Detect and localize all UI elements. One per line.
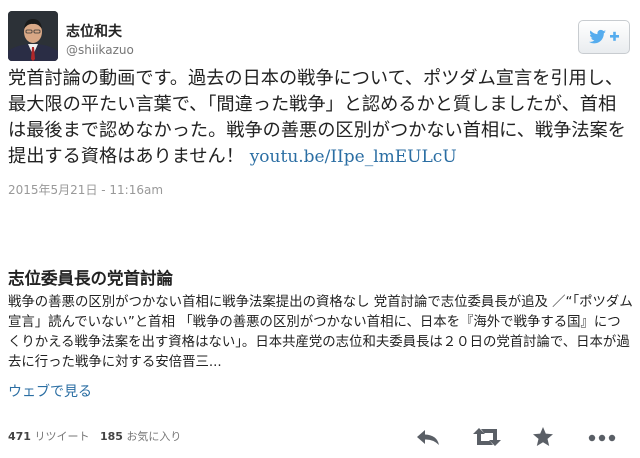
tweet-link[interactable]: youtu.be/IIpe_lmEULcU <box>250 147 457 167</box>
follow-button[interactable] <box>578 20 630 54</box>
retweet-label[interactable]: リツイート <box>34 430 89 443</box>
reply-button[interactable] <box>414 423 442 451</box>
more-button[interactable] <box>584 423 620 451</box>
favorite-label[interactable]: お気に入り <box>126 430 181 443</box>
favorite-count[interactable]: 185 <box>100 430 123 443</box>
retweet-icon <box>473 428 501 446</box>
card-description: 戦争の善悪の区別がつかない首相に戦争法案提出の資格なし 党首討論で志位委員長が追… <box>8 295 633 370</box>
retweet-count[interactable]: 471 <box>8 430 31 443</box>
tweet-text: 党首討論の動画です。過去の日本の戦争について、ポツダム宣言を引用し、最大限の平た… <box>8 66 633 170</box>
twitter-bird-plus-icon <box>589 29 619 44</box>
card-title[interactable]: 志位委員長の党首討論 <box>8 265 173 289</box>
more-dots-icon <box>588 434 616 442</box>
user-name[interactable]: 志位和夫 <box>66 21 122 41</box>
avatar-photo <box>8 11 58 61</box>
avatar[interactable] <box>8 11 58 61</box>
star-icon <box>533 427 553 446</box>
tweet-timestamp[interactable]: 2015年5月21日 - 11:16am <box>8 181 163 198</box>
favorite-button[interactable] <box>530 423 556 451</box>
reply-icon <box>417 430 439 445</box>
user-handle[interactable]: @shiikazuo <box>66 43 134 57</box>
tweet-stats: 471 リツイート 185 お気に入り <box>8 428 181 444</box>
view-on-web-link[interactable]: ウェブで見る <box>8 381 92 401</box>
retweet-button[interactable] <box>470 423 504 451</box>
